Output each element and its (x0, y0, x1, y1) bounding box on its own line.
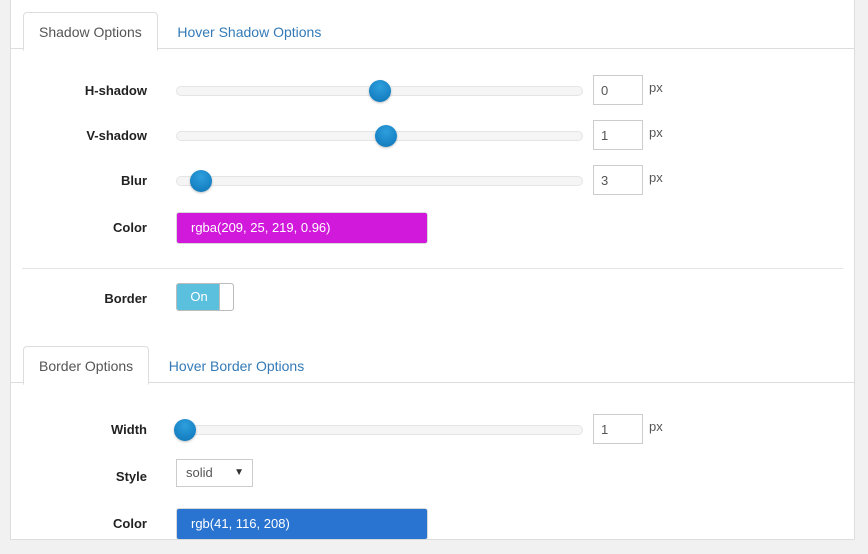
v-shadow-unit: px (649, 125, 663, 140)
v-shadow-slider[interactable] (176, 125, 583, 147)
border-tab-bar: Border Options Hover Border Options (11, 345, 854, 385)
shadow-color-label: Color (113, 220, 147, 235)
border-style-select[interactable]: solid ▼ (176, 459, 253, 487)
tab-hover-border-options[interactable]: Hover Border Options (153, 346, 320, 385)
row-blur: Blur px (11, 162, 854, 207)
border-width-value-input[interactable] (593, 414, 643, 444)
row-border-style: Style solid ▼ (11, 456, 854, 501)
border-width-unit: px (649, 419, 663, 434)
blur-label: Blur (121, 173, 147, 188)
tab-shadow-options[interactable]: Shadow Options (23, 12, 158, 51)
border-style-label: Style (115, 469, 147, 484)
v-shadow-value-input[interactable] (593, 120, 643, 150)
blur-slider[interactable] (176, 170, 583, 192)
row-v-shadow: V-shadow px (11, 117, 854, 162)
chevron-down-icon: ▼ (234, 467, 244, 478)
row-border-width: Width px (11, 411, 854, 456)
border-color-swatch[interactable]: rgb(41, 116, 208) (176, 508, 428, 540)
row-border-color: Color rgb(41, 116, 208) (11, 501, 854, 551)
border-toggle-label: Border (104, 291, 147, 306)
border-width-slider[interactable] (174, 419, 583, 441)
tab-border-options[interactable]: Border Options (23, 346, 150, 385)
h-shadow-value-input[interactable] (593, 75, 643, 105)
shadow-tab-bar: Shadow Options Hover Shadow Options (11, 11, 854, 51)
blur-unit: px (649, 170, 663, 185)
border-color-label: Color (113, 516, 147, 531)
v-shadow-slider-thumb[interactable] (374, 125, 397, 147)
shadow-color-swatch[interactable]: rgba(209, 25, 219, 0.96) (176, 212, 428, 244)
h-shadow-unit: px (649, 80, 663, 95)
border-toggle-switch[interactable]: On (176, 283, 234, 311)
row-shadow-color: Color rgba(209, 25, 219, 0.96) (11, 207, 854, 257)
border-toggle-state-label: On (190, 289, 208, 304)
h-shadow-label: H-shadow (84, 83, 147, 98)
border-width-label: Width (111, 422, 147, 437)
options-panel: Shadow Options Hover Shadow Options H-sh… (10, 0, 855, 540)
row-h-shadow: H-shadow px (11, 72, 854, 117)
blur-slider-thumb[interactable] (190, 170, 213, 192)
border-style-selected-value: solid (186, 465, 213, 480)
border-toggle-knob[interactable] (219, 284, 233, 310)
h-shadow-slider-thumb[interactable] (368, 80, 391, 102)
row-border-toggle: Border On (11, 283, 854, 345)
section-divider-top (22, 268, 843, 269)
border-width-slider-thumb[interactable] (174, 419, 197, 441)
blur-value-input[interactable] (593, 165, 643, 195)
tab-hover-shadow-options[interactable]: Hover Shadow Options (161, 12, 337, 51)
h-shadow-slider[interactable] (176, 80, 583, 102)
v-shadow-label: V-shadow (86, 128, 147, 143)
